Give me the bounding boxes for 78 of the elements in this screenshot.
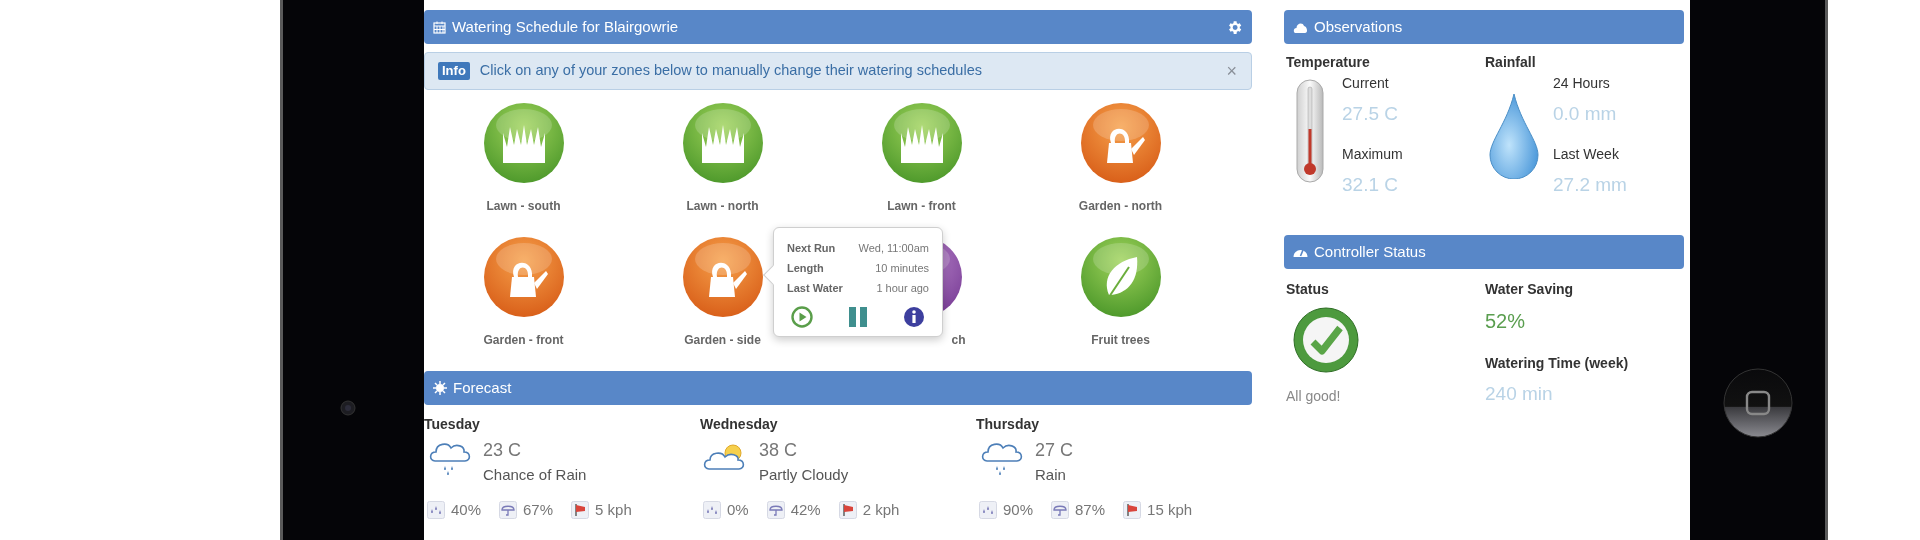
- maximum-label: Maximum: [1342, 144, 1403, 164]
- raindrops-icon: [427, 500, 445, 519]
- umbrella-icon: [499, 500, 518, 519]
- grass-icon[interactable]: [881, 103, 962, 183]
- zone-label[interactable]: Lawn - north: [686, 199, 759, 213]
- rain-chance: 40%: [451, 499, 482, 520]
- maximum-temperature: 32.1 C: [1342, 172, 1399, 197]
- popover-label: Last Water: [787, 281, 843, 296]
- popover-value: Wed, 11:00am: [858, 241, 929, 256]
- settings-icon[interactable]: [1226, 18, 1243, 36]
- panel-title: Forecast: [453, 377, 512, 398]
- umbrella-icon: [766, 500, 785, 519]
- raindrops-icon: [979, 500, 997, 519]
- zone-label[interactable]: Garden - front: [483, 333, 564, 347]
- forecast-temperature: 38 C: [759, 439, 799, 462]
- zone-label[interactable]: ch: [951, 333, 966, 347]
- thermometer-icon: [1296, 79, 1324, 183]
- status-label: Status: [1286, 280, 1330, 299]
- temperature-label: Temperature: [1286, 53, 1371, 72]
- rain-chance: 0%: [727, 499, 749, 520]
- panel-title: Controller Status: [1314, 241, 1426, 262]
- raindrops-icon: [703, 500, 721, 519]
- watering-time-value: 240 min: [1485, 382, 1554, 406]
- play-icon[interactable]: [791, 306, 813, 328]
- leaf-icon[interactable]: [1080, 237, 1161, 317]
- grass-icon[interactable]: [483, 103, 564, 183]
- forecast-summary: Rain: [1035, 465, 1067, 485]
- popover-value: 1 hour ago: [876, 281, 929, 296]
- forecast-summary: Partly Cloudy: [759, 465, 849, 485]
- watering-can-icon[interactable]: [1080, 103, 1161, 183]
- grass-icon[interactable]: [682, 103, 763, 183]
- zone-label[interactable]: Lawn - front: [887, 199, 956, 213]
- watering-can-icon[interactable]: [682, 237, 763, 317]
- day-name: Wednesday: [700, 415, 779, 434]
- day-name: Thursday: [976, 415, 1040, 434]
- pause-icon[interactable]: [848, 306, 868, 328]
- forecast-temperature: 23 C: [483, 439, 523, 462]
- cloud-icon: [1293, 21, 1308, 33]
- watering-time-label: Watering Time (week): [1485, 354, 1630, 373]
- popover-label: Next Run: [787, 241, 836, 256]
- week-rainfall-label: Last Week: [1553, 144, 1620, 164]
- umbrella-icon: [1051, 500, 1070, 519]
- panel-title: Watering Schedule for Blairgowrie: [452, 16, 679, 37]
- popover-value: 10 minutes: [875, 261, 929, 276]
- info-label: Info: [438, 62, 470, 80]
- camera-icon: [339, 400, 356, 416]
- current-temperature: 27.5 C: [1342, 102, 1399, 126]
- info-icon[interactable]: [903, 306, 925, 328]
- status-text: All good!: [1286, 387, 1342, 406]
- forecast-temperature: 27 C: [1035, 439, 1074, 462]
- water-drop-icon: [1489, 93, 1539, 179]
- wind-speed: 15 kph: [1147, 499, 1193, 520]
- panel-title: Observations: [1314, 16, 1403, 37]
- watering-can-icon[interactable]: [483, 237, 564, 317]
- zone-label[interactable]: Lawn - south: [486, 199, 561, 213]
- rainfall-label: Rainfall: [1485, 53, 1537, 72]
- home-button-icon[interactable]: [1722, 368, 1793, 438]
- water-saving-label: Water Saving: [1485, 280, 1575, 299]
- water-saving-value: 52%: [1485, 309, 1527, 334]
- day-name: Tuesday: [424, 415, 481, 434]
- info-message: Click on any of your zones below to manually change their watering schedules: [479, 61, 983, 81]
- sun-icon: [433, 381, 447, 395]
- calendar-icon: [433, 20, 446, 34]
- popover-label: Length: [787, 261, 824, 276]
- zone-label[interactable]: Garden - side: [684, 333, 761, 347]
- zone-label[interactable]: Garden - north: [1078, 199, 1163, 213]
- zone-label[interactable]: Fruit trees: [1091, 333, 1150, 347]
- day-rainfall: 0.0 mm: [1553, 102, 1618, 126]
- rain-chance: 90%: [1003, 499, 1034, 520]
- humidity: 87%: [1075, 499, 1106, 520]
- current-label: Current: [1342, 74, 1390, 93]
- forecast-summary: Chance of Rain: [483, 465, 587, 485]
- humidity: 42%: [790, 499, 821, 520]
- wind-speed: 5 kph: [595, 499, 632, 520]
- week-rainfall: 27.2 mm: [1553, 172, 1627, 197]
- wind-speed: 2 kph: [862, 499, 900, 520]
- day-rainfall-label: 24 Hours: [1553, 74, 1611, 93]
- humidity: 67%: [523, 499, 554, 520]
